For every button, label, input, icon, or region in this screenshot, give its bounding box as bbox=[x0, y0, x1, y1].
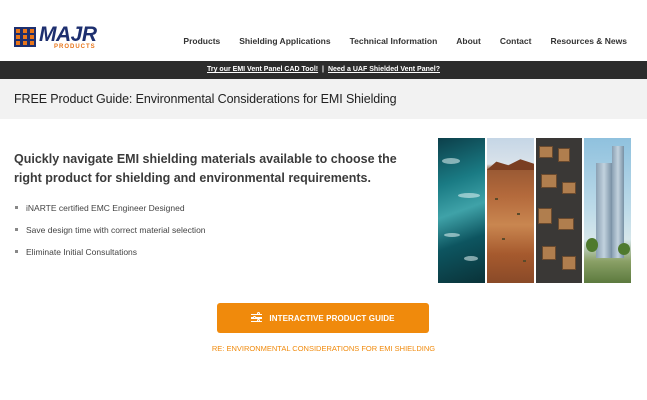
logo-subtext: PRODUCTS bbox=[54, 44, 96, 50]
ocean-waves-image bbox=[438, 138, 485, 283]
headline: Quickly navigate EMI shielding materials… bbox=[14, 152, 397, 185]
list-item: Eliminate Initial Consultations bbox=[14, 247, 206, 269]
page-title: FREE Product Guide: Environmental Consid… bbox=[14, 92, 397, 106]
cta-label: INTERACTIVE PRODUCT GUIDE bbox=[269, 313, 395, 323]
bullet-icon bbox=[15, 206, 18, 209]
list-item: Save design time with correct material s… bbox=[14, 225, 206, 247]
nav-item-about[interactable]: About bbox=[456, 36, 481, 46]
cad-tool-link[interactable]: Try our EMI Vent Panel CAD Tool! bbox=[207, 66, 318, 73]
nav-item-contact[interactable]: Contact bbox=[500, 36, 532, 46]
city-tower-image bbox=[584, 138, 631, 283]
nav-item-products[interactable]: Products bbox=[183, 36, 220, 46]
announce-separator: | bbox=[322, 66, 325, 73]
sliders-icon bbox=[251, 312, 263, 323]
benefit-list: iNARTE certified EMC Engineer Designed S… bbox=[14, 203, 206, 269]
majr-logo-icon bbox=[14, 27, 36, 47]
title-band: FREE Product Guide: Environmental Consid… bbox=[0, 79, 647, 119]
nav-item-technical-information[interactable]: Technical Information bbox=[350, 36, 438, 46]
bullet-icon bbox=[15, 250, 18, 253]
majr-logo[interactable]: MAJR PRODUCTS bbox=[14, 23, 104, 53]
site-header: MAJR PRODUCTS Products Shielding Applica… bbox=[0, 0, 647, 61]
list-item-label: Eliminate Initial Consultations bbox=[26, 247, 138, 257]
main-nav: Products Shielding Applications Technica… bbox=[164, 36, 627, 46]
list-item: iNARTE certified EMC Engineer Designed bbox=[14, 203, 206, 225]
announcement-bar: Try our EMI Vent Panel CAD Tool! | Need … bbox=[0, 61, 647, 79]
environmental-considerations-link[interactable]: RE: ENVIRONMENTAL CONSIDERATIONS FOR EMI… bbox=[0, 344, 647, 353]
list-item-label: Save design time with correct material s… bbox=[26, 225, 206, 235]
desert-landscape-image bbox=[486, 138, 534, 283]
environment-image-collage bbox=[438, 138, 631, 283]
warehouse-boxes-image bbox=[535, 138, 583, 283]
interactive-product-guide-button[interactable]: INTERACTIVE PRODUCT GUIDE bbox=[217, 303, 429, 333]
nav-item-resources-news[interactable]: Resources & News bbox=[550, 36, 627, 46]
uaf-vent-panel-link[interactable]: Need a UAF Shielded Vent Panel? bbox=[328, 66, 440, 73]
nav-item-shielding-applications[interactable]: Shielding Applications bbox=[239, 36, 330, 46]
list-item-label: iNARTE certified EMC Engineer Designed bbox=[26, 203, 185, 213]
bullet-icon bbox=[15, 228, 18, 231]
